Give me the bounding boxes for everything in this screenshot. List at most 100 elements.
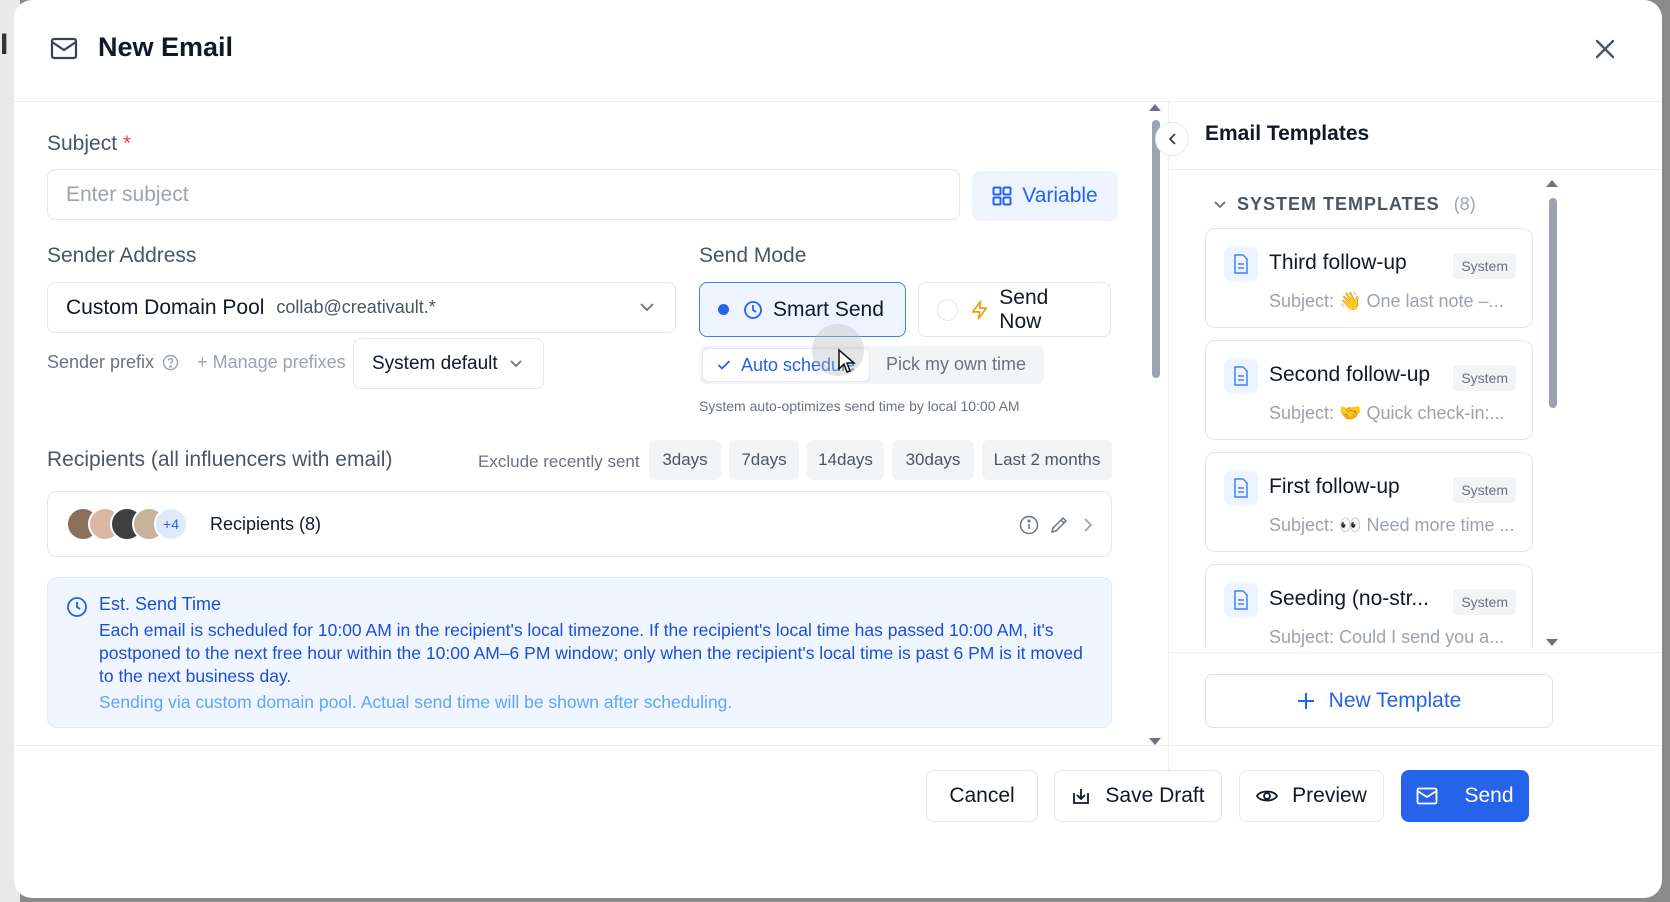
lightning-icon: [972, 300, 988, 319]
required-mark: *: [122, 132, 132, 155]
templates-list: Third follow-up System Subject: 👋 One la…: [1169, 222, 1662, 647]
divider: [1169, 169, 1662, 170]
exclude-label: Exclude recently sent: [478, 452, 640, 471]
recipients-summary: Recipients (8): [210, 513, 322, 534]
close-icon[interactable]: [1590, 34, 1620, 64]
chevron-down-icon: [1214, 200, 1226, 208]
sender-address-select[interactable]: Custom Domain Pool collab@creativault.*: [47, 282, 676, 333]
subject-text: Quick check-in:...: [1366, 403, 1505, 423]
background-fragment: I: [0, 28, 9, 61]
clock-icon: [744, 300, 762, 319]
edit-icon[interactable]: [1049, 515, 1069, 535]
send-mode-label: Send Mode: [699, 244, 807, 267]
subject-emoji: 👀: [1339, 515, 1362, 535]
template-badge: System: [1453, 477, 1516, 503]
send-label: Send: [1464, 784, 1514, 807]
template-card[interactable]: Third follow-up System Subject: 👋 One la…: [1205, 228, 1533, 328]
exclude-3days[interactable]: 3days: [649, 440, 721, 480]
cancel-button[interactable]: Cancel: [926, 770, 1038, 822]
variable-button-label: Variable: [1022, 184, 1098, 207]
scrollbar-thumb[interactable]: [1152, 120, 1160, 378]
document-icon: [1224, 247, 1258, 281]
send-now-label: Send Now: [999, 285, 1049, 333]
subject-prefix: Subject:: [1269, 515, 1335, 535]
sender-prefix-select[interactable]: System default: [353, 338, 544, 389]
subject-text: One last note –...: [1366, 291, 1504, 311]
pick-own-time-option[interactable]: Pick my own time: [886, 354, 1026, 375]
subject-label: Subject *: [47, 132, 131, 156]
system-templates-count: (8): [1453, 194, 1476, 214]
templates-scrollbar[interactable]: [1545, 178, 1559, 648]
new-template-button[interactable]: New Template: [1205, 674, 1553, 728]
subject-input[interactable]: [47, 169, 960, 220]
template-card[interactable]: First follow-up System Subject: 👀 Need m…: [1205, 452, 1533, 552]
exclude-last-2-months[interactable]: Last 2 months: [982, 440, 1112, 480]
grid-icon: [992, 186, 1012, 206]
collapse-panel-button[interactable]: [1155, 122, 1189, 156]
save-icon: [1073, 789, 1090, 804]
template-subject: Subject: Could I send you a...: [1269, 627, 1504, 647]
document-icon: [1224, 359, 1258, 393]
send-now-option[interactable]: Send Now: [918, 282, 1111, 337]
more-avatars-count: +4: [154, 507, 188, 541]
smart-send-option[interactable]: Smart Send: [699, 282, 906, 337]
variable-button[interactable]: Variable: [972, 171, 1118, 221]
est-send-note: Sending via custom domain pool. Actual s…: [99, 692, 733, 712]
info-icon[interactable]: [1019, 515, 1039, 535]
preview-label: Preview: [1292, 784, 1367, 807]
save-draft-button[interactable]: Save Draft: [1054, 770, 1222, 822]
templates-title: Email Templates: [1205, 122, 1370, 145]
system-templates-label: SYSTEM TEMPLATES: [1237, 194, 1440, 214]
modal-footer: Cancel Save Draft Preview Send: [14, 745, 1662, 845]
help-icon[interactable]: [162, 354, 179, 371]
scroll-up-icon[interactable]: [1545, 178, 1559, 188]
recipients-box[interactable]: +4 Recipients (8): [47, 491, 1112, 557]
document-icon: [1224, 583, 1258, 617]
modal-header: New Email: [14, 0, 1662, 102]
new-template-label: New Template: [1328, 689, 1462, 712]
template-badge: System: [1453, 589, 1516, 615]
sender-prefix-value: System default: [372, 352, 498, 374]
sender-pool-name: Custom Domain Pool: [66, 295, 265, 319]
manage-prefixes-link[interactable]: + Manage prefixes: [197, 352, 346, 373]
scroll-up-icon[interactable]: [1148, 102, 1162, 112]
chevron-left-icon: [1168, 133, 1176, 145]
template-name: Seeding (no-str...: [1269, 587, 1429, 610]
est-send-title: Est. Send Time: [99, 594, 222, 614]
exclude-30days[interactable]: 30days: [892, 440, 974, 480]
template-badge: System: [1453, 253, 1516, 279]
subject-prefix: Subject:: [1269, 403, 1335, 423]
template-name: Third follow-up: [1269, 251, 1407, 274]
scrollbar-thumb[interactable]: [1549, 198, 1557, 408]
template-badge: System: [1453, 365, 1516, 391]
modal-title: New Email: [98, 32, 234, 62]
check-icon: [717, 360, 731, 370]
chevron-right-icon: [1084, 518, 1093, 532]
exclude-14days[interactable]: 14days: [807, 440, 884, 480]
mail-icon: [50, 37, 78, 60]
plus-icon: [1297, 693, 1314, 709]
clock-icon: [67, 597, 87, 617]
template-name: First follow-up: [1269, 475, 1400, 498]
scroll-down-icon[interactable]: [1545, 638, 1559, 648]
exclude-7days[interactable]: 7days: [729, 440, 799, 480]
est-send-body: Each email is scheduled for 10:00 AM in …: [99, 620, 1083, 686]
recipients-label: Recipients (all influencers with email): [47, 448, 393, 471]
template-subject: Subject: 🤝 Quick check-in:...: [1269, 403, 1505, 424]
radio-selected-dot: [718, 304, 729, 315]
sender-prefix-row: Sender prefix + Manage prefixes: [47, 352, 346, 373]
send-button[interactable]: Send: [1401, 770, 1529, 822]
preview-button[interactable]: Preview: [1239, 770, 1384, 822]
template-card[interactable]: Seeding (no-str... System Subject: Could…: [1205, 564, 1533, 647]
divider: [1169, 652, 1662, 653]
est-send-time-box: Est. Send Time Each email is scheduled f…: [47, 577, 1112, 728]
template-name: Second follow-up: [1269, 363, 1431, 386]
smart-send-label: Smart Send: [773, 297, 884, 321]
subject-prefix: Subject:: [1269, 627, 1335, 647]
radio-empty: [937, 298, 959, 321]
main-scrollbar[interactable]: [1148, 102, 1162, 747]
template-card[interactable]: Second follow-up System Subject: 🤝 Quick…: [1205, 340, 1533, 440]
document-icon: [1224, 471, 1258, 505]
templates-panel: Email Templates SYSTEM TEMPLATES (8) Thi…: [1155, 102, 1662, 795]
system-templates-toggle[interactable]: SYSTEM TEMPLATES (8): [1213, 194, 1476, 215]
